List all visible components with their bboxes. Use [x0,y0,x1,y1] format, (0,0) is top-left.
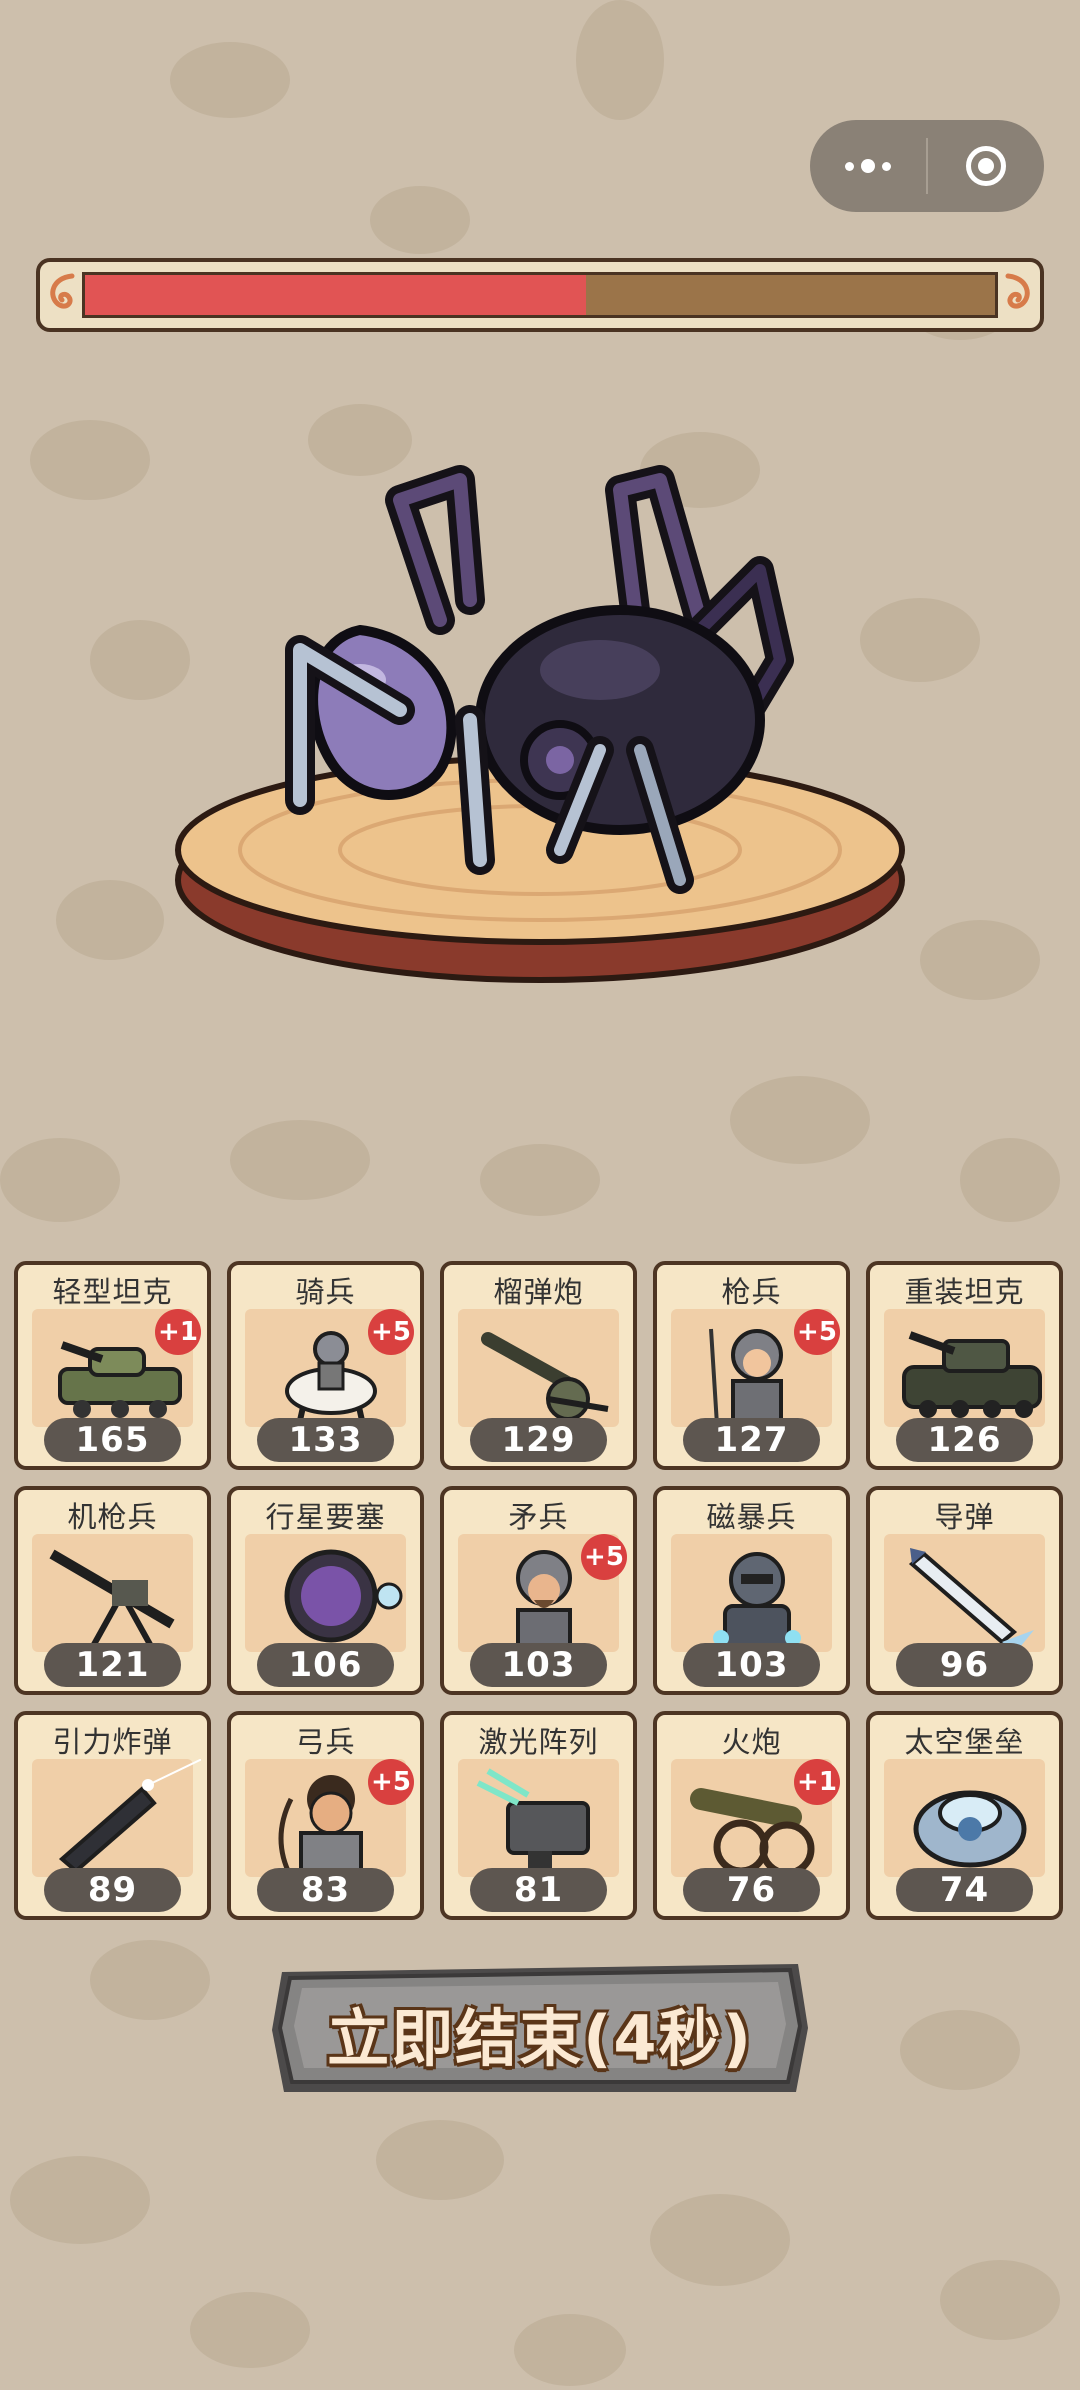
unit-count: 106 [257,1643,394,1687]
bonus-badge: +5 [794,1309,840,1355]
unit-count: 96 [896,1643,1033,1687]
boss-health-bar [36,258,1044,332]
end-now-button[interactable]: 立即结束(4秒) [268,1958,812,2098]
unit-count: 133 [257,1418,394,1462]
unit-card-space-fortress[interactable]: 太空堡垒 74 [866,1711,1063,1920]
spider-boss [175,465,905,983]
unit-card-spearman[interactable]: 枪兵 +5 127 [653,1261,850,1470]
gravity-bomb-icon [32,1759,201,1877]
missile-icon [884,1534,1045,1652]
tesla-trooper-icon [671,1534,832,1652]
unit-name: 引力炸弹 [52,1725,173,1759]
unit-name: 机枪兵 [67,1500,158,1534]
unit-count: 89 [44,1868,181,1912]
howitzer-icon [458,1309,619,1427]
laser-array-icon [458,1759,619,1877]
unit-name: 火炮 [721,1725,782,1759]
unit-name: 重装坦克 [904,1275,1025,1309]
end-now-label: 立即结束(4秒) [327,2002,753,2075]
unit-count: 76 [683,1868,820,1912]
bonus-badge: +5 [368,1309,414,1355]
machine-gunner-icon [32,1534,193,1652]
close-button[interactable] [928,120,1044,212]
unit-count: 165 [44,1418,181,1462]
unit-count: 103 [470,1643,607,1687]
target-close-icon [966,146,1006,186]
unit-card-planet-fortress[interactable]: 行星要塞 106 [227,1486,424,1695]
unit-name: 榴弹炮 [493,1275,584,1309]
heavy-tank-icon [884,1309,1045,1427]
unit-name: 导弹 [934,1500,995,1534]
unit-count: 127 [683,1418,820,1462]
unit-count: 126 [896,1418,1033,1462]
unit-count: 83 [257,1868,394,1912]
unit-count: 74 [896,1868,1033,1912]
health-fill [85,275,586,315]
space-fortress-icon [884,1759,1045,1877]
bonus-badge: +1 [155,1309,201,1355]
health-track [82,272,998,318]
unit-count: 129 [470,1418,607,1462]
unit-name: 枪兵 [721,1275,782,1309]
unit-card-pikeman[interactable]: 矛兵 +5 103 [440,1486,637,1695]
unit-name: 行星要塞 [265,1500,386,1534]
unit-count: 103 [683,1643,820,1687]
unit-card-tesla-trooper[interactable]: 磁暴兵 103 [653,1486,850,1695]
unit-card-laser-array[interactable]: 激光阵列 81 [440,1711,637,1920]
unit-card-gravity-bomb[interactable]: 引力炸弹 89 [14,1711,211,1920]
unit-card-howitzer[interactable]: 榴弹炮 129 [440,1261,637,1470]
unit-card-cannon[interactable]: 火炮 +1 76 [653,1711,850,1920]
unit-name: 矛兵 [508,1500,569,1534]
scroll-right-ornament-icon [1005,273,1030,309]
scroll-left-ornament-icon [50,273,75,309]
unit-name: 轻型坦克 [52,1275,173,1309]
unit-name: 骑兵 [295,1275,356,1309]
unit-grid: 轻型坦克 +1 165 骑兵 +5 133 榴弹炮 129 枪兵 +5 127 重装坦克 126 机枪兵 1… [14,1261,1066,1920]
mini-program-capsule [810,120,1044,212]
unit-count: 121 [44,1643,181,1687]
unit-name: 弓兵 [295,1725,356,1759]
bonus-badge: +5 [368,1759,414,1805]
more-button[interactable] [810,120,926,212]
unit-card-missile[interactable]: 导弹 96 [866,1486,1063,1695]
unit-name: 磁暴兵 [706,1500,797,1534]
bonus-badge: +5 [581,1534,627,1580]
bonus-badge: +1 [794,1759,840,1805]
more-dots-icon [845,159,891,173]
unit-card-archer[interactable]: 弓兵 +5 83 [227,1711,424,1920]
unit-card-machine-gunner[interactable]: 机枪兵 121 [14,1486,211,1695]
planet-fortress-icon [245,1534,406,1652]
unit-name: 激光阵列 [478,1725,599,1759]
unit-card-light-tank[interactable]: 轻型坦克 +1 165 [14,1261,211,1470]
unit-count: 81 [470,1868,607,1912]
unit-name: 太空堡垒 [904,1725,1025,1759]
unit-card-heavy-tank[interactable]: 重装坦克 126 [866,1261,1063,1470]
unit-card-cavalry[interactable]: 骑兵 +5 133 [227,1261,424,1470]
